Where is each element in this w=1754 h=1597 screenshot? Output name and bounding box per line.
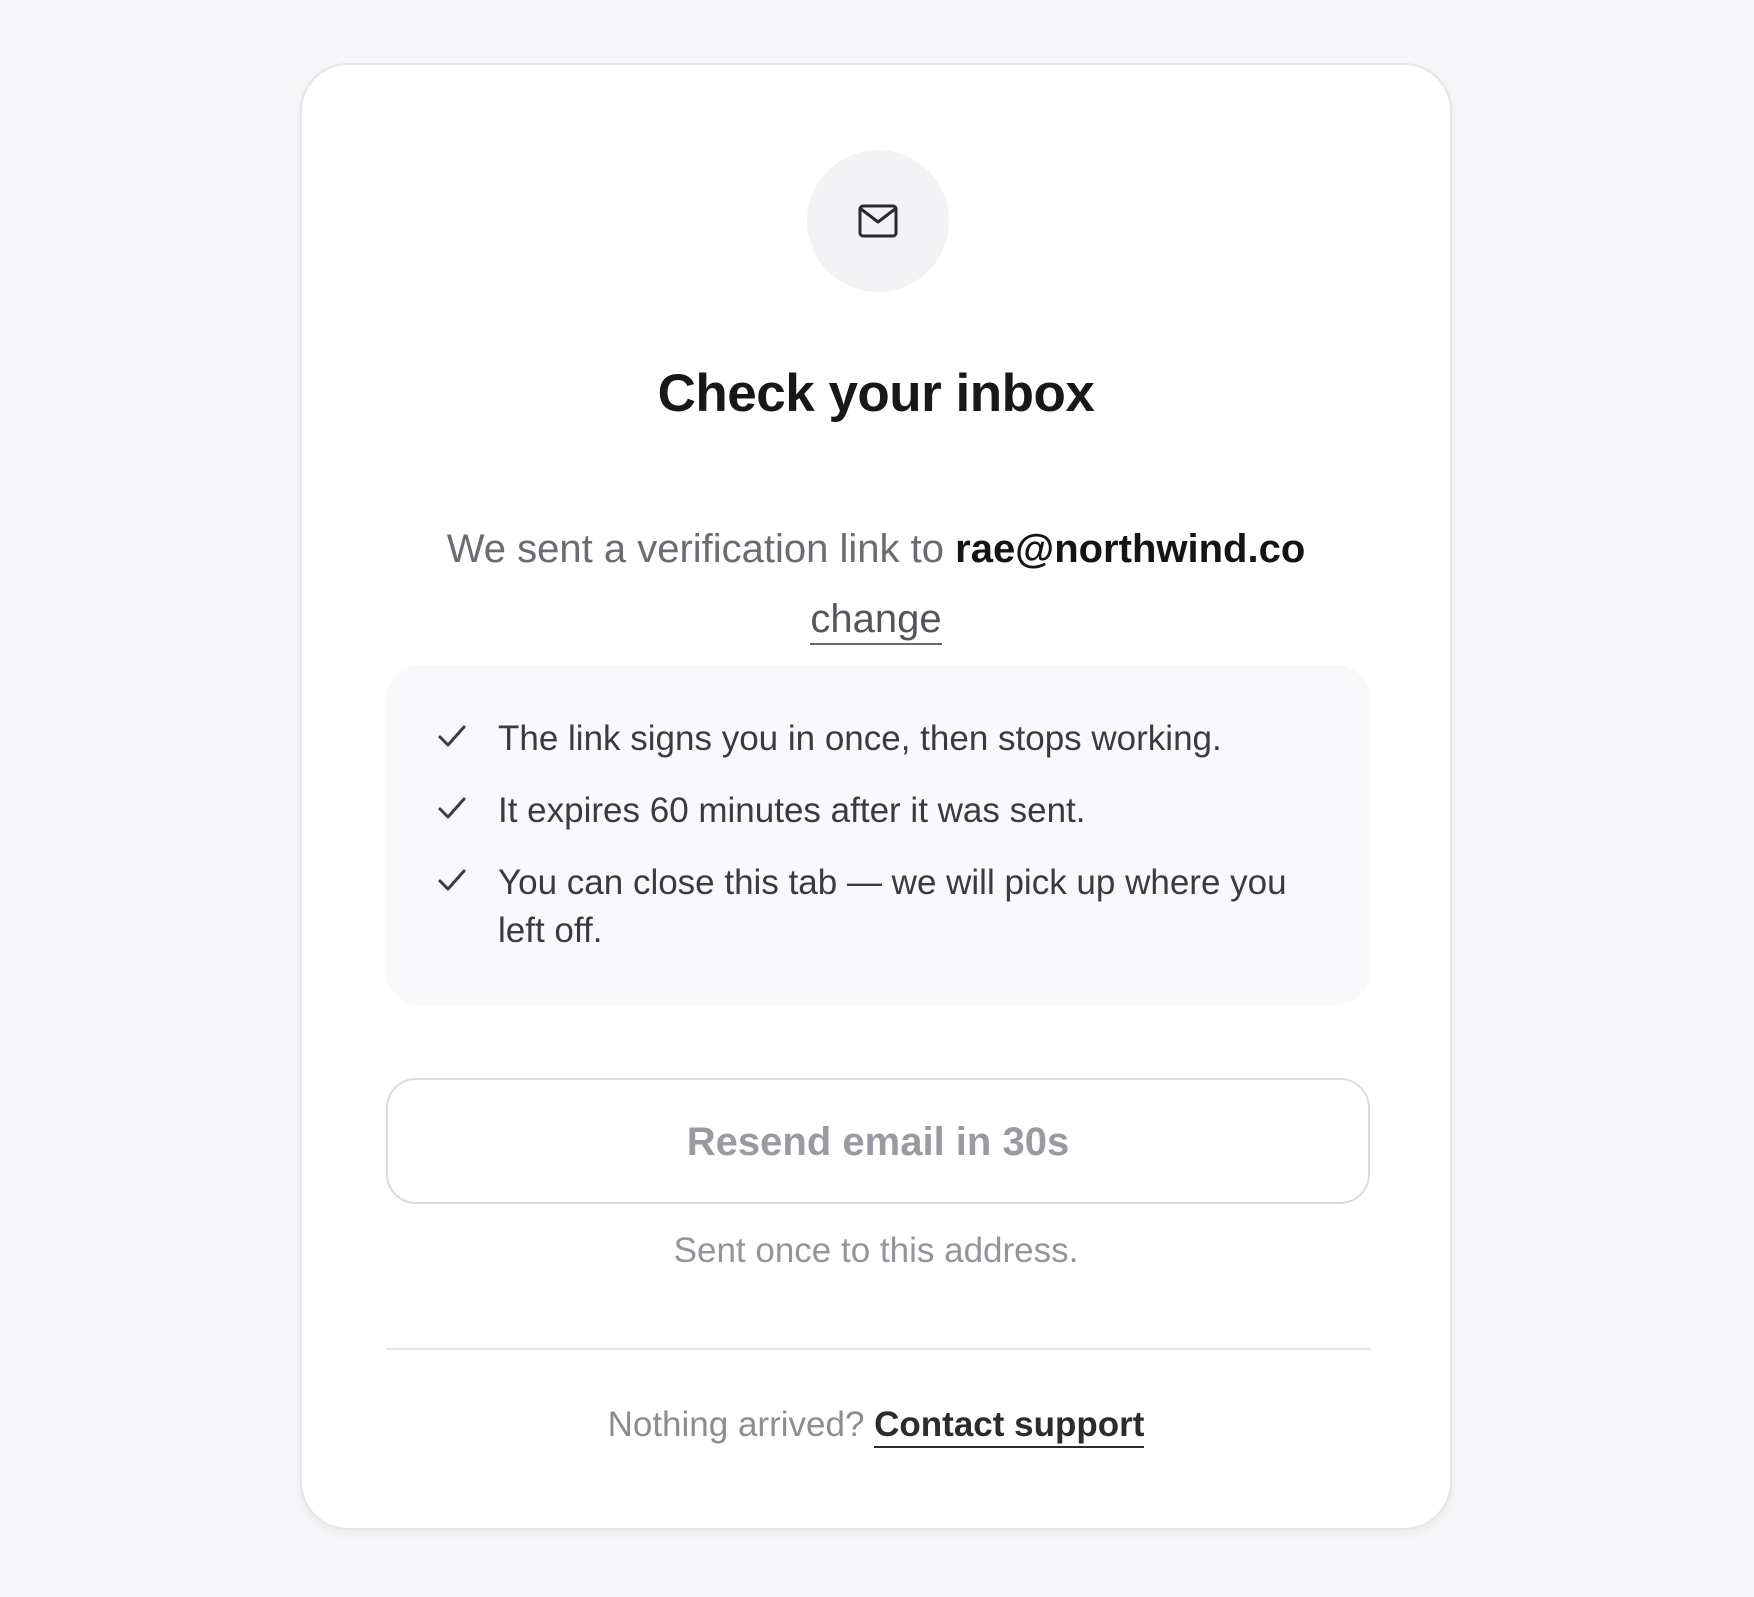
info-list-item-text: You can close this tab — we will pick up… — [498, 863, 1287, 950]
change-email-row: change — [302, 595, 1450, 645]
check-icon — [438, 869, 466, 891]
check-icon — [438, 725, 466, 747]
change-email-link[interactable]: change — [810, 597, 942, 645]
info-list-item-text: The link signs you in once, then stops w… — [498, 719, 1222, 758]
sent-count-note: Sent once to this address. — [673, 1231, 1079, 1270]
check-icon — [438, 797, 466, 819]
email-address: rae@northwind.co — [955, 527, 1306, 571]
info-list: The link signs you in once, then stops w… — [386, 665, 1370, 1005]
support-prompt: Nothing arrived? — [607, 1405, 865, 1444]
info-list-item-text: It expires 60 minutes after it was sent. — [498, 791, 1086, 830]
contact-support-link[interactable]: Contact support — [874, 1405, 1145, 1448]
verification-message-text: We sent a verification link to — [446, 527, 944, 571]
support-footer: Nothing arrived? Contact support — [302, 1401, 1450, 1449]
info-list-item: The link signs you in once, then stops w… — [436, 715, 1310, 763]
verification-card: Check your inbox We sent a verification … — [300, 63, 1452, 1530]
verification-message: We sent a verification link to rae@north… — [302, 525, 1450, 573]
info-list-item: It expires 60 minutes after it was sent. — [436, 787, 1310, 835]
mail-icon — [858, 204, 898, 238]
info-list-item: You can close this tab — we will pick up… — [436, 859, 1310, 955]
divider — [386, 1348, 1370, 1350]
mail-icon-badge — [807, 150, 949, 292]
resend-email-button[interactable]: Resend email in 30s — [386, 1078, 1370, 1204]
page-title: Check your inbox — [657, 364, 1095, 423]
